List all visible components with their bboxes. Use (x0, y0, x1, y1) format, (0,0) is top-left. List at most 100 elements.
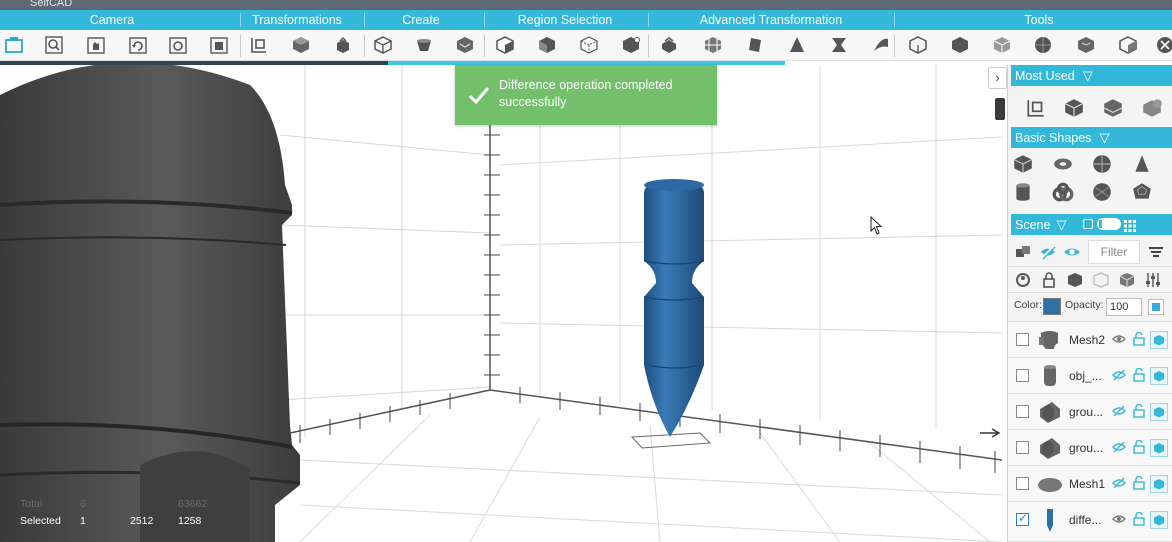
bend-icon[interactable] (870, 34, 892, 56)
object-cube-button[interactable] (1150, 331, 1168, 349)
object-cube-button[interactable] (1150, 475, 1168, 493)
scene-header[interactable]: Scene ▽ (1011, 214, 1172, 235)
select-tool-icon[interactable] (3, 34, 25, 56)
visibility-column-icon[interactable] (1013, 270, 1033, 290)
panel-side-tab[interactable] (995, 98, 1005, 120)
unlock-icon[interactable] (1133, 332, 1145, 346)
create-sphere-icon[interactable] (454, 34, 476, 56)
create-cube-icon[interactable] (372, 34, 394, 56)
eye-icon[interactable] (1112, 333, 1126, 345)
vertex-select-icon[interactable] (620, 34, 642, 56)
shell-icon[interactable] (1075, 34, 1097, 56)
dodecahedron-shape-icon[interactable] (1130, 180, 1154, 204)
menu-advanced-transformation[interactable]: Advanced Transformation (680, 10, 862, 30)
scene-object-row[interactable]: grou... (1008, 394, 1172, 430)
move-icon[interactable] (248, 34, 270, 56)
scene-object-row[interactable]: grou... (1008, 430, 1172, 466)
eye-off-icon[interactable] (1112, 405, 1126, 417)
unlock-icon[interactable] (1133, 368, 1145, 382)
unlock-icon[interactable] (1133, 404, 1145, 418)
filter-button[interactable]: Filter (1088, 240, 1140, 264)
menu-tools[interactable]: Tools (1000, 10, 1078, 30)
sphere-tool-icon[interactable] (1032, 34, 1054, 56)
face-select-icon[interactable] (536, 34, 558, 56)
pyramid-icon[interactable] (786, 34, 808, 56)
object-cube-button[interactable] (1150, 367, 1168, 385)
difference-object[interactable] (643, 179, 705, 437)
create-cylinder-icon[interactable] (413, 34, 435, 56)
shapes-filter-icon[interactable] (1013, 242, 1033, 262)
scene-select-all-icon[interactable] (1083, 219, 1093, 229)
knot-shape-icon[interactable] (1051, 180, 1075, 204)
menu-camera[interactable]: Camera (52, 10, 172, 30)
menu-create[interactable]: Create (380, 10, 462, 30)
color-swatch[interactable] (1043, 298, 1061, 315)
eye-icon[interactable] (1112, 513, 1126, 525)
sphere-shape-icon[interactable] (1090, 152, 1114, 176)
wireframe-view-icon[interactable] (1091, 270, 1111, 290)
hide-all-icon[interactable] (1038, 242, 1058, 262)
object-checkbox[interactable] (1016, 333, 1029, 346)
union-icon[interactable] (907, 34, 929, 56)
object-checkbox[interactable] (1016, 405, 1029, 418)
fit-view-icon[interactable] (167, 34, 189, 56)
scene-view-toggle[interactable] (1097, 218, 1121, 230)
opacity-apply-button[interactable] (1148, 299, 1164, 315)
torus-shape-icon[interactable] (1051, 152, 1075, 176)
show-all-icon[interactable] (1062, 242, 1082, 262)
object-cube-button[interactable] (1150, 403, 1168, 421)
cylinder-shape-icon[interactable] (1011, 180, 1035, 204)
region-select-icon[interactable] (494, 34, 516, 56)
eye-off-icon[interactable] (1112, 441, 1126, 453)
loft-icon[interactable] (744, 34, 766, 56)
sort-icon[interactable] (1146, 242, 1166, 262)
bevel-icon[interactable] (702, 34, 724, 56)
zoom-select-icon[interactable] (43, 34, 65, 56)
3d-viewport[interactable] (0, 65, 1002, 542)
menu-transformations[interactable]: Transformations (236, 10, 358, 30)
scene-object-row[interactable]: diffe... (1008, 502, 1172, 542)
object-cube-button[interactable] (1150, 511, 1168, 529)
extrude-icon[interactable] (658, 34, 680, 56)
object-checkbox[interactable] (1016, 369, 1029, 382)
shaded-view-icon[interactable] (1117, 270, 1137, 290)
rotate-object-icon[interactable] (290, 34, 312, 56)
eye-off-icon[interactable] (1112, 477, 1126, 489)
object-cube-button[interactable] (1150, 439, 1168, 457)
unlock-icon[interactable] (1133, 440, 1145, 454)
more-tools-icon[interactable] (1154, 34, 1172, 56)
reset-view-icon[interactable] (208, 34, 230, 56)
lock-column-icon[interactable] (1039, 270, 1059, 290)
object-checkbox[interactable] (1016, 441, 1029, 454)
panel-collapse-button[interactable]: › (988, 67, 1007, 89)
object-checkbox[interactable] (1016, 477, 1029, 490)
eye-off-icon[interactable] (1112, 369, 1126, 381)
geosphere-shape-icon[interactable] (1090, 180, 1114, 204)
twist-icon[interactable] (828, 34, 850, 56)
rotate-view-icon[interactable] (127, 34, 149, 56)
cube-shape-icon[interactable] (1011, 152, 1035, 176)
cube-tool-icon[interactable] (1062, 96, 1086, 120)
solid-view-icon[interactable] (1065, 270, 1085, 290)
adjust-settings-icon[interactable] (1143, 270, 1163, 290)
edge-select-icon[interactable] (578, 34, 600, 56)
cone-shape-icon[interactable] (1130, 152, 1154, 176)
grid-view-icon[interactable] (1124, 218, 1136, 232)
unlock-icon[interactable] (1133, 512, 1145, 526)
object-checkbox-checked[interactable] (1016, 511, 1029, 526)
basic-shapes-header[interactable]: Basic Shapes ▽ (1011, 127, 1172, 148)
union-tool-icon[interactable] (1101, 96, 1125, 120)
move-tool-icon[interactable] (1024, 96, 1048, 120)
scale-icon[interactable] (332, 34, 354, 56)
dark-mesh-object[interactable] (0, 65, 301, 542)
unlock-icon[interactable] (1133, 476, 1145, 490)
most-used-header[interactable]: Most Used ▽ (1011, 65, 1172, 86)
scene-object-row[interactable]: obj_... (1008, 358, 1172, 394)
difference-tool-icon[interactable] (1140, 96, 1164, 120)
scene-object-row[interactable]: Mesh1 (1008, 466, 1172, 502)
mirror-icon[interactable] (1117, 34, 1139, 56)
intersection-icon[interactable] (991, 34, 1013, 56)
menu-region-selection[interactable]: Region Selection (500, 10, 630, 30)
scene-object-row[interactable]: Mesh2 (1008, 322, 1172, 358)
pan-icon[interactable] (85, 34, 107, 56)
